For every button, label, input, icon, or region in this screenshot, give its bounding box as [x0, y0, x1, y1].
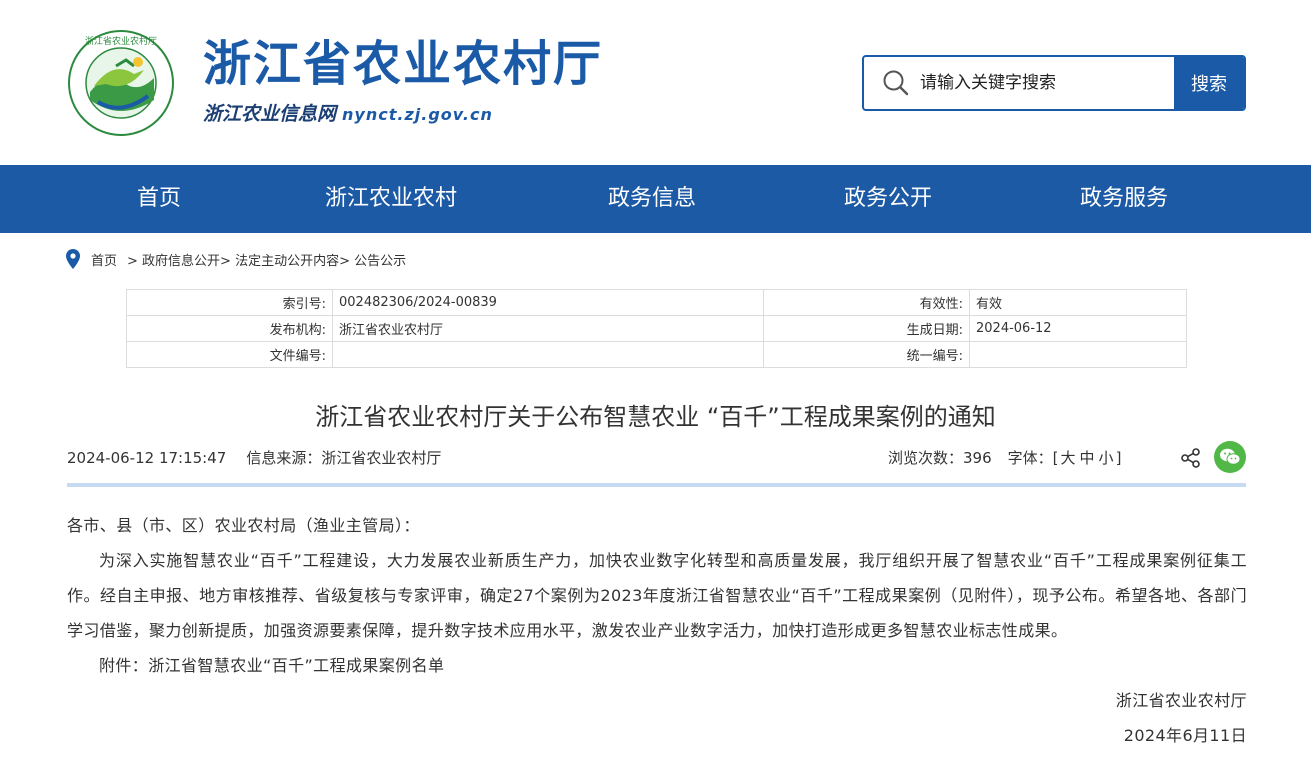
nav-item-government-services[interactable]: 政务服务 [1080, 165, 1168, 233]
site-title: 浙江省农业农村厅 [203, 36, 604, 92]
info-source: 信息来源：浙江省农业农村厅 [246, 449, 442, 467]
site-header: 浙江省农业农村厅 浙江省农业农村厅 浙江农业信息网 nynct.zj.gov.cn… [0, 0, 1311, 165]
article-body: 各市、县（市、区）农业农村局（渔业主管局）： 为深入实施智慧农业“百千”工程建设… [67, 508, 1247, 753]
site-subtitle-text: 浙江农业信息网 [203, 103, 337, 125]
validity-label: 有效性: [763, 289, 970, 316]
font-size-label: 字体：[ [1007, 449, 1059, 467]
views-count: 396 [963, 449, 992, 467]
unified-no-value [969, 341, 1187, 368]
wechat-icon[interactable] [1214, 441, 1246, 473]
date-label: 生成日期: [763, 315, 970, 342]
article-meta-right: 浏览次数：396 字体：[大中小] [888, 447, 1121, 469]
site-subtitle: 浙江农业信息网 nynct.zj.gov.cn [203, 101, 493, 128]
article-sign-date: 2024年6月11日 [1123, 726, 1247, 745]
issuer-label: 发布机构: [126, 315, 333, 342]
index-no-label: 索引号: [126, 289, 333, 316]
doc-no-value [332, 341, 764, 368]
logo-ring-text: 浙江省农业农村厅 [85, 35, 157, 47]
article-paragraph: 为深入实施智慧农业“百千”工程建设，大力发展农业新质生产力，加快农业数字化转型和… [67, 551, 1247, 640]
site-logo[interactable]: 浙江省农业农村厅 [68, 30, 174, 136]
main-nav: 首页 浙江农业农村 政务信息 政务公开 政务服务 [0, 165, 1311, 233]
font-small-button[interactable]: 小 [1099, 449, 1114, 467]
table-row: 发布机构: 浙江省农业农村厅 生成日期: 2024-06-12 [126, 315, 1187, 342]
nav-item-government-disclosure[interactable]: 政务公开 [844, 165, 932, 233]
article-salutation: 各市、县（市、区）农业农村局（渔业主管局）： [67, 516, 420, 535]
font-medium-button[interactable]: 中 [1080, 449, 1095, 467]
font-large-button[interactable]: 大 [1061, 449, 1076, 467]
index-no-value: 002482306/2024-00839 [332, 289, 764, 316]
article-meta-left: 2024-06-12 17:15:47 信息来源：浙江省农业农村厅 [67, 447, 441, 469]
table-row: 文件编号: 统一编号: [126, 341, 1187, 368]
validity-value: 有效 [969, 289, 1187, 316]
search-icon [874, 57, 918, 109]
location-pin-icon [66, 249, 80, 269]
search-button[interactable]: 搜索 [1174, 57, 1244, 109]
share-icon[interactable] [1180, 447, 1202, 469]
font-size-close: ] [1115, 449, 1122, 467]
site-domain: nynct.zj.gov.cn [342, 105, 493, 124]
search-input[interactable] [918, 57, 1174, 109]
doc-no-label: 文件编号: [126, 341, 333, 368]
publish-datetime: 2024-06-12 17:15:47 [67, 449, 227, 467]
unified-no-label: 统一编号: [763, 341, 970, 368]
search-box: 搜索 [862, 55, 1246, 111]
breadcrumb-path[interactable]: > 政府信息公开> 法定主动公开内容> 公告公示 [127, 250, 406, 269]
breadcrumb-home[interactable]: 首页 [91, 250, 117, 269]
document-info-table: 索引号: 002482306/2024-00839 有效性: 有效 发布机构: … [126, 289, 1187, 368]
article-attachment[interactable]: 附件：浙江省智慧农业“百千”工程成果案例名单 [67, 648, 1247, 683]
issuer-value: 浙江省农业农村厅 [332, 315, 764, 342]
nav-item-home[interactable]: 首页 [137, 165, 181, 233]
article-signature: 浙江省农业农村厅 [1115, 691, 1247, 710]
breadcrumb: 首页 > 政府信息公开> 法定主动公开内容> 公告公示 [66, 248, 410, 270]
nav-item-zhejiang-agriculture[interactable]: 浙江农业农村 [325, 165, 457, 233]
date-value: 2024-06-12 [969, 315, 1187, 342]
nav-item-government-info[interactable]: 政务信息 [608, 165, 696, 233]
table-row: 索引号: 002482306/2024-00839 有效性: 有效 [126, 289, 1187, 316]
views-label: 浏览次数： [888, 449, 964, 467]
title-divider [67, 483, 1246, 487]
article-title: 浙江省农业农村厅关于公布智慧农业 “百千”工程成果案例的通知 [315, 403, 996, 431]
